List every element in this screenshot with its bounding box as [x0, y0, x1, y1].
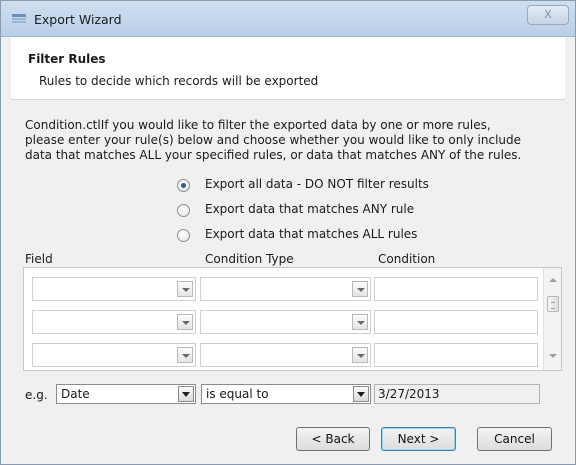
column-header-field: Field [25, 252, 53, 266]
example-condition-type-value: is equal to [206, 387, 269, 401]
field-combo[interactable] [32, 343, 196, 367]
dropdown-arrow-icon[interactable] [177, 281, 193, 297]
scroll-up-icon[interactable] [549, 278, 557, 282]
radio-dot[interactable] [177, 204, 190, 217]
description-line: Condition.ctlIf you would like to filter… [25, 118, 491, 132]
radio-dot[interactable] [177, 229, 190, 242]
dropdown-arrow-icon[interactable] [177, 347, 193, 363]
radio-dot-checked[interactable] [177, 179, 190, 192]
condition-type-combo[interactable] [200, 277, 371, 301]
grid-scrollbar[interactable] [543, 268, 561, 370]
dropdown-arrow-icon[interactable] [352, 347, 368, 363]
condition-type-combo[interactable] [200, 343, 371, 367]
dropdown-arrow-icon[interactable] [177, 314, 193, 330]
example-condition-value: 3/27/2013 [378, 387, 440, 401]
field-combo[interactable] [32, 277, 196, 301]
page-title: Filter Rules [28, 52, 106, 66]
dropdown-arrow-icon [353, 386, 369, 402]
close-button[interactable]: X [527, 5, 569, 25]
window-title: Export Wizard [34, 12, 122, 27]
radio-label: Export all data - DO NOT filter results [205, 177, 429, 191]
column-header-condition: Condition [378, 252, 436, 266]
rules-grid [23, 267, 562, 371]
example-field-value: Date [61, 387, 90, 401]
example-label: e.g. [25, 388, 48, 402]
wizard-header: Filter Rules Rules to decide which recor… [11, 37, 565, 100]
cancel-button[interactable]: Cancel [477, 427, 552, 451]
title-bar: Export Wizard X [1, 1, 575, 37]
column-header-condition-type: Condition Type [205, 252, 294, 266]
description-line: data that matches ALL your specified rul… [25, 148, 522, 162]
condition-input[interactable] [374, 343, 538, 367]
wizard-app-icon [11, 13, 27, 25]
description-line: please enter your rule(s) below and choo… [25, 133, 522, 147]
dropdown-arrow-icon [178, 386, 194, 402]
field-combo[interactable] [32, 310, 196, 334]
condition-input[interactable] [374, 277, 538, 301]
radio-label: Export data that matches ANY rule [205, 202, 415, 216]
radio-label: Export data that matches ALL rules [205, 227, 418, 241]
example-condition-field: 3/27/2013 [374, 384, 540, 404]
scroll-down-icon[interactable] [549, 354, 557, 358]
condition-type-combo[interactable] [200, 310, 371, 334]
condition-input[interactable] [374, 310, 538, 334]
dropdown-arrow-icon[interactable] [352, 314, 368, 330]
filter-description: Condition.ctlIf you would like to filter… [25, 118, 565, 163]
example-condition-type-combo: is equal to [201, 384, 371, 404]
dropdown-arrow-icon[interactable] [352, 281, 368, 297]
export-wizard-window: Export Wizard X Filter Rules Rules to de… [0, 0, 576, 465]
next-button[interactable]: Next > [381, 427, 456, 451]
scroll-thumb[interactable] [547, 296, 559, 312]
page-subtitle: Rules to decide which records will be ex… [39, 74, 319, 88]
back-button[interactable]: < Back [296, 427, 370, 451]
example-field-combo: Date [56, 384, 196, 404]
